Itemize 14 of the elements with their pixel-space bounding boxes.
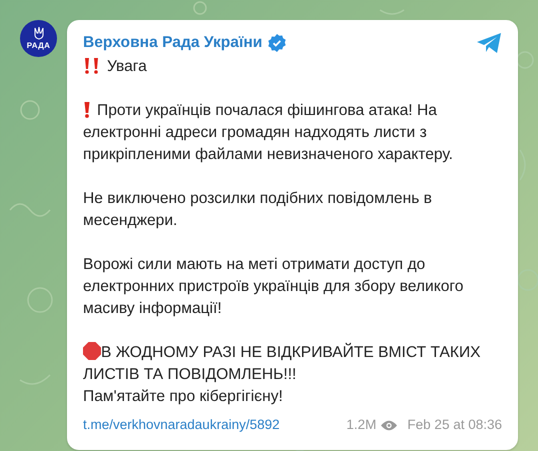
message-text: Не виключено розсилки подібних повідомлень в месенджери.	[83, 189, 433, 231]
avatar-label: РАДА	[26, 41, 50, 50]
post-link[interactable]: t.me/verkhovnaradaukrainy/5892	[83, 414, 280, 436]
eye-icon	[381, 420, 398, 430]
post-date: Feb 25 at 08:36	[407, 416, 502, 434]
message-text: Пам'ятайте про кібергігієну!	[83, 387, 284, 407]
message-text: Ворожі сили мають на меті отримати доступ до електронних пристроїв українців для збору великого масиву інформації!	[83, 255, 464, 319]
channel-name[interactable]: Верховна Рада України	[83, 32, 262, 54]
message-text: Проти українців почалася фішингова атака! На електронні адреси громадян надходять листи з прикріпленими файлами невизначеного характеру.	[83, 101, 454, 165]
channel-avatar[interactable]: РАДА	[20, 20, 57, 57]
message-text: Увага	[83, 56, 502, 78]
telegram-plane-icon[interactable]	[476, 32, 502, 54]
view-count: 1.2M	[346, 416, 376, 434]
message-text: В ЖОДНОМУ РАЗІ НЕ ВІДКРИВАЙТЕ ВМІСТ ТАКИХ ЛИСТІВ ТА ПОВІДОМЛЕНЬ!!!	[83, 342, 482, 385]
